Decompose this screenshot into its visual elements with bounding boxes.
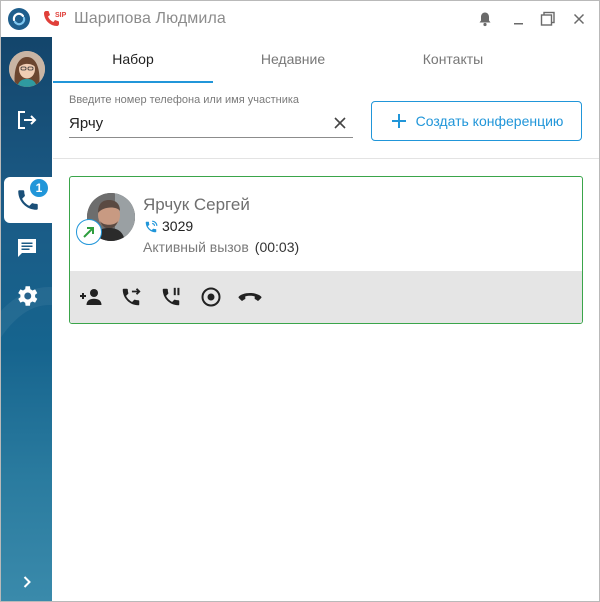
hang-up-icon[interactable] bbox=[237, 284, 263, 310]
call-actions-bar bbox=[70, 271, 582, 323]
create-conference-label: Создать конференцию bbox=[415, 113, 564, 129]
sidebar: 1 bbox=[1, 37, 52, 601]
window-title: Шарипова Людмила bbox=[74, 10, 226, 27]
minimize-button[interactable] bbox=[507, 7, 531, 31]
record-call-icon[interactable] bbox=[198, 284, 224, 310]
chat-icon[interactable] bbox=[1, 225, 52, 271]
tab-bar: Набор Недавние Контакты bbox=[53, 37, 599, 83]
exit-icon[interactable] bbox=[1, 97, 52, 143]
call-duration: (00:03) bbox=[254, 239, 300, 255]
search-input[interactable] bbox=[69, 110, 353, 138]
active-tab-indicator bbox=[53, 81, 213, 83]
clear-search-icon[interactable] bbox=[331, 114, 349, 132]
sip-label: SIP bbox=[55, 12, 67, 19]
gear-icon[interactable] bbox=[1, 273, 52, 319]
caller-name: Ярчук Сергей bbox=[143, 195, 250, 214]
create-conference-button[interactable]: Создать конференцию bbox=[371, 101, 582, 141]
notifications-bell-icon[interactable] bbox=[473, 7, 497, 31]
caller-number: 3029 bbox=[162, 218, 194, 234]
app-window: SIP Шарипова Людмила 1 Набор Недавние Ко… bbox=[0, 0, 600, 602]
call-status: Активный вызов (00:03) bbox=[143, 239, 299, 255]
calls-count-badge: 1 bbox=[28, 177, 50, 199]
hold-call-icon[interactable] bbox=[158, 284, 184, 310]
sip-phone-icon: SIP bbox=[41, 9, 67, 31]
call-status-text: Активный вызов bbox=[143, 239, 249, 255]
tab-recent[interactable]: Недавние bbox=[213, 37, 373, 83]
title-bar: SIP Шарипова Людмила bbox=[1, 1, 599, 37]
transfer-call-icon[interactable] bbox=[118, 284, 144, 310]
add-participant-icon[interactable] bbox=[78, 284, 104, 310]
search-label: Введите номер телефона или имя участника bbox=[69, 94, 300, 106]
tab-contacts[interactable]: Контакты bbox=[373, 37, 533, 83]
outgoing-call-arrow-icon bbox=[76, 219, 102, 245]
active-call-card: Ярчук Сергей 3029 Активный вызов (00:03) bbox=[69, 176, 583, 324]
plus-icon bbox=[391, 114, 406, 128]
close-button[interactable] bbox=[567, 7, 591, 31]
chevron-right-icon[interactable] bbox=[1, 559, 52, 601]
maximize-button[interactable] bbox=[536, 7, 560, 31]
app-logo-icon bbox=[8, 8, 30, 30]
divider bbox=[53, 158, 599, 159]
phone-number-icon bbox=[144, 220, 158, 239]
tab-dial[interactable]: Набор bbox=[53, 37, 213, 83]
avatar[interactable] bbox=[9, 51, 45, 87]
